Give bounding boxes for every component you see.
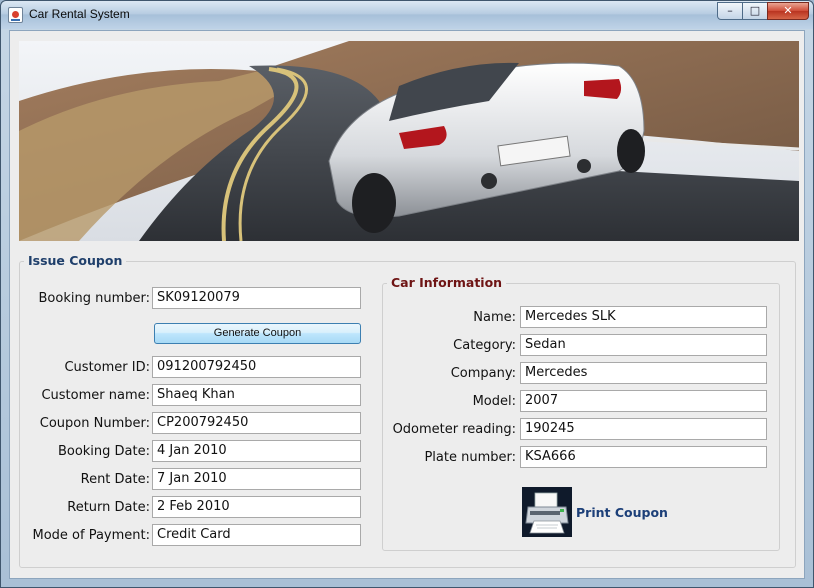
plate-number-field[interactable]: KSA666 [520,446,767,468]
car-name-label: Name: [473,310,516,325]
customer-name-label: Customer name: [41,388,150,403]
application-window: Car Rental System – □ ✕ Issue Coupon Boo… [0,0,814,588]
java-app-icon [8,7,23,23]
window-title: Car Rental System [29,7,130,21]
banner-image [19,41,799,241]
coupon-number-label: Coupon Number: [39,416,150,431]
plate-number-label: Plate number: [424,450,516,465]
rent-date-label: Rent Date: [80,472,150,487]
odometer-field[interactable]: 190245 [520,418,767,440]
payment-mode-label: Mode of Payment: [32,528,150,543]
customer-name-field[interactable]: Shaeq Khan [152,384,361,406]
printer-icon[interactable] [522,487,572,537]
booking-date-field[interactable]: 4 Jan 2010 [152,440,361,462]
title-bar[interactable]: Car Rental System – □ ✕ [1,1,813,29]
car-information-title: Car Information [387,275,507,290]
minimize-button[interactable]: – [717,2,743,20]
model-label: Model: [472,394,516,409]
booking-number-label: Booking number: [38,291,150,306]
car-name-field[interactable]: Mercedes SLK [520,306,767,328]
return-date-field[interactable]: 2 Feb 2010 [152,496,361,518]
category-label: Category: [453,338,516,353]
content-panel: Issue Coupon Booking number: SK09120079 … [9,30,805,579]
booking-date-label: Booking Date: [57,444,150,459]
customer-id-field[interactable]: 091200792450 [152,356,361,378]
customer-id-label: Customer ID: [64,360,150,375]
maximize-button[interactable]: □ [742,2,768,20]
issue-coupon-title: Issue Coupon [24,253,127,268]
model-field[interactable]: 2007 [520,390,767,412]
generate-coupon-button[interactable]: Generate Coupon [154,323,361,344]
category-field[interactable]: Sedan [520,334,767,356]
company-label: Company: [450,366,516,381]
return-date-label: Return Date: [67,500,150,515]
close-button[interactable]: ✕ [767,2,809,20]
payment-mode-field[interactable]: Credit Card [152,524,361,546]
odometer-label: Odometer reading: [392,422,516,437]
company-field[interactable]: Mercedes [520,362,767,384]
booking-number-field[interactable]: SK09120079 [152,287,361,309]
coupon-number-field[interactable]: CP200792450 [152,412,361,434]
rent-date-field[interactable]: 7 Jan 2010 [152,468,361,490]
print-coupon-button[interactable]: Print Coupon [576,505,668,520]
